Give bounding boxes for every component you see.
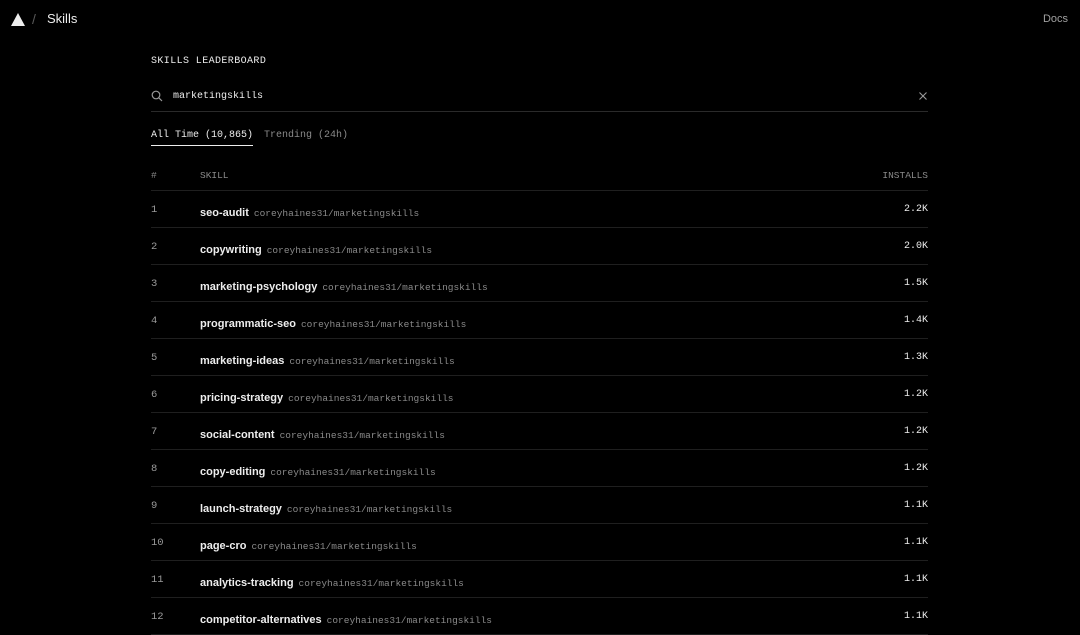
- row-skill: competitor-alternatives coreyhaines31/mar…: [200, 610, 492, 628]
- skill-source: coreyhaines31/marketingskills: [288, 393, 454, 404]
- top-bar: / Skills Docs: [0, 0, 1080, 40]
- table-row[interactable]: 6 pricing-strategy coreyhaines31/marketin…: [151, 376, 928, 413]
- row-rank: 8: [151, 463, 158, 475]
- table-header: # SKILL INSTALLS: [151, 168, 928, 191]
- skill-name[interactable]: marketing-psychology: [200, 281, 317, 293]
- table-row[interactable]: 5 marketing-ideas coreyhaines31/marketing…: [151, 339, 928, 376]
- row-rank: 10: [151, 537, 164, 549]
- skill-source: coreyhaines31/marketingskills: [326, 615, 492, 626]
- search-icon: [151, 90, 163, 102]
- search-input[interactable]: [173, 87, 873, 105]
- skill-name[interactable]: copywriting: [200, 244, 262, 256]
- skill-source: coreyhaines31/marketingskills: [300, 319, 467, 330]
- row-rank: 12: [151, 611, 164, 623]
- table-row[interactable]: 9 launch-strategy coreyhaines31/marketing…: [151, 487, 928, 524]
- skill-name[interactable]: copy-editing: [200, 466, 265, 478]
- table-row[interactable]: 11 analytics-tracking coreyhaines31/marke…: [151, 561, 928, 598]
- table-row[interactable]: 12 competitor-alternatives coreyhaines31/…: [151, 598, 928, 635]
- skill-name[interactable]: programmatic-seo: [200, 318, 296, 330]
- tab-bar: All Time (10,865) Trending (24h): [151, 130, 928, 148]
- row-skill: social-content coreyhaines31/marketingski…: [200, 425, 445, 443]
- skill-source: coreyhaines31/marketingskills: [251, 541, 417, 552]
- row-skill: page-cro coreyhaines31/marketingskills: [200, 536, 417, 554]
- row-installs: 1.4K: [903, 315, 928, 326]
- skill-name[interactable]: competitor-alternatives: [200, 614, 322, 626]
- row-skill: pricing-strategy coreyhaines31/marketings…: [200, 388, 453, 406]
- row-rank: 4: [151, 315, 158, 327]
- table-row[interactable]: 2 copywriting coreyhaines31/marketingskil…: [151, 228, 928, 265]
- row-installs: 1.2K: [903, 426, 928, 437]
- row-installs: 1.1K: [903, 500, 928, 511]
- skill-source: coreyhaines31/marketingskills: [289, 356, 455, 367]
- column-header-rank: #: [151, 170, 157, 181]
- row-installs: 2.0K: [903, 241, 928, 252]
- skill-name[interactable]: social-content: [200, 429, 275, 441]
- skill-name[interactable]: seo-audit: [200, 207, 249, 219]
- tab-trending[interactable]: Trending (24h): [264, 130, 348, 145]
- close-icon[interactable]: [918, 91, 928, 101]
- row-installs: 1.5K: [903, 278, 928, 289]
- row-rank: 1: [151, 204, 158, 216]
- row-skill: copywriting coreyhaines31/marketingskills: [200, 240, 432, 258]
- row-skill: copy-editing coreyhaines31/marketingskill…: [200, 462, 436, 480]
- skill-source: coreyhaines31/marketingskills: [286, 504, 453, 515]
- row-rank: 3: [151, 278, 158, 290]
- breadcrumb-separator: /: [32, 11, 36, 27]
- row-installs: 1.1K: [903, 537, 928, 548]
- table-row[interactable]: 10 page-cro coreyhaines31/marketingskills…: [151, 524, 928, 561]
- skill-name[interactable]: pricing-strategy: [200, 392, 283, 404]
- row-installs: 1.2K: [903, 463, 928, 474]
- skill-source: coreyhaines31/marketingskills: [253, 208, 420, 219]
- row-rank: 7: [151, 426, 158, 438]
- row-skill: analytics-tracking coreyhaines31/marketin…: [200, 573, 464, 591]
- table-row[interactable]: 1 seo-audit coreyhaines31/marketingskills…: [151, 191, 928, 228]
- search-bar: [151, 82, 928, 112]
- row-rank: 9: [151, 500, 158, 512]
- skill-name[interactable]: launch-strategy: [200, 503, 282, 515]
- table-row[interactable]: 8 copy-editing coreyhaines31/marketingski…: [151, 450, 928, 487]
- row-skill: programmatic-seo coreyhaines31/marketings…: [200, 314, 466, 332]
- table-row[interactable]: 4 programmatic-seo coreyhaines31/marketin…: [151, 302, 928, 339]
- skill-name[interactable]: marketing-ideas: [200, 355, 284, 367]
- row-skill: marketing-ideas coreyhaines31/marketingsk…: [200, 351, 455, 369]
- skill-name[interactable]: page-cro: [200, 540, 246, 552]
- row-rank: 5: [151, 352, 158, 364]
- tab-all-time[interactable]: All Time (10,865): [151, 130, 254, 146]
- row-skill: launch-strategy coreyhaines31/marketingsk…: [200, 499, 452, 517]
- row-installs: 1.1K: [903, 574, 928, 585]
- skill-source: coreyhaines31/marketingskills: [298, 578, 464, 589]
- row-installs: 1.2K: [903, 389, 928, 400]
- row-skill: seo-audit coreyhaines31/marketingskills: [200, 203, 419, 221]
- skills-table: 1 seo-audit coreyhaines31/marketingskills…: [151, 191, 928, 635]
- skill-source: coreyhaines31/marketingskills: [270, 467, 436, 478]
- skill-source: coreyhaines31/marketingskills: [322, 282, 488, 293]
- row-installs: 1.3K: [903, 352, 928, 363]
- column-header-installs: INSTALLS: [882, 170, 928, 181]
- docs-link[interactable]: Docs: [1043, 13, 1068, 25]
- row-skill: marketing-psychology coreyhaines31/market…: [200, 277, 488, 295]
- table-row[interactable]: 7 social-content coreyhaines31/marketings…: [151, 413, 928, 450]
- table-row[interactable]: 3 marketing-psychology coreyhaines31/mark…: [151, 265, 928, 302]
- leaderboard-heading: SKILLS LEADERBOARD: [151, 56, 267, 67]
- skill-source: coreyhaines31/marketingskills: [266, 245, 433, 256]
- column-header-skill: SKILL: [200, 170, 229, 181]
- row-installs: 1.1K: [903, 611, 928, 622]
- skill-name[interactable]: analytics-tracking: [200, 577, 294, 589]
- row-rank: 6: [151, 389, 158, 401]
- skill-source: coreyhaines31/marketingskills: [279, 430, 445, 441]
- triangle-logo-icon[interactable]: [11, 13, 25, 26]
- page-title[interactable]: Skills: [47, 11, 77, 26]
- row-installs: 2.2K: [903, 204, 928, 215]
- row-rank: 2: [151, 241, 158, 253]
- row-rank: 11: [151, 574, 164, 586]
